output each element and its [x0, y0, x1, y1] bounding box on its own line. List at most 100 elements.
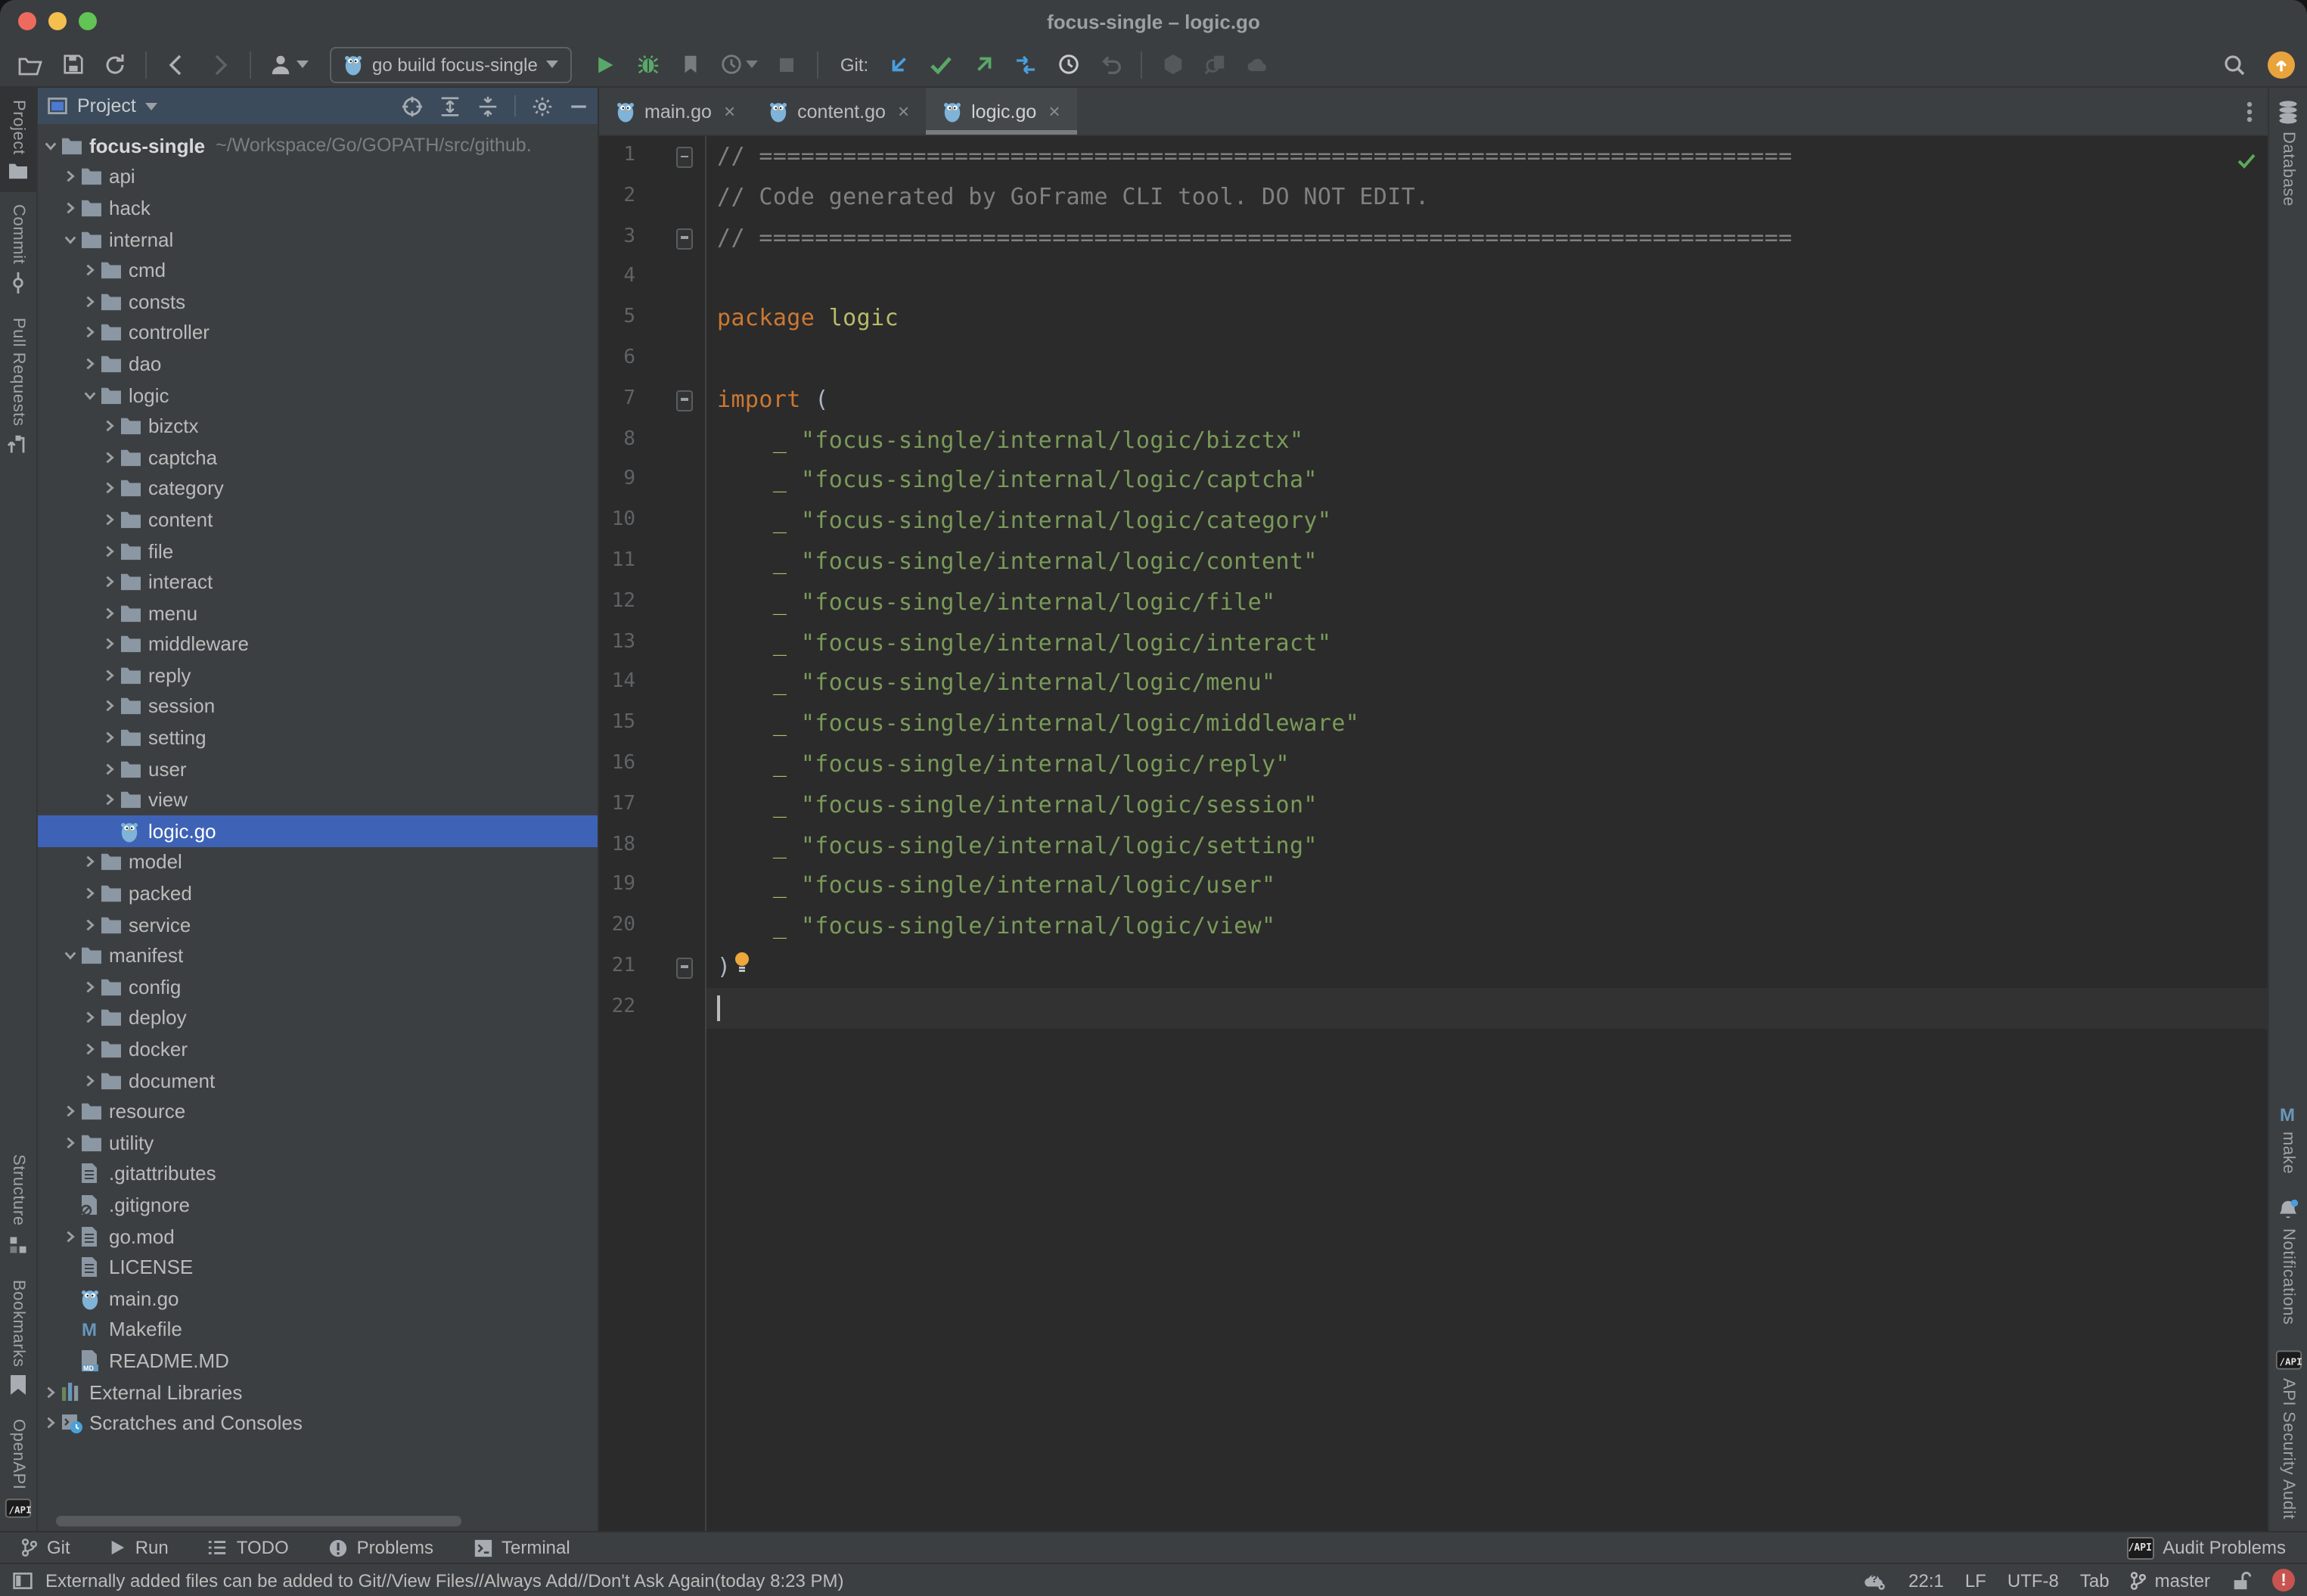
git-update-icon[interactable]	[880, 48, 917, 81]
tree-row-.gitattributes[interactable]: .gitattributes	[38, 1158, 598, 1189]
chevron-collapsed-icon[interactable]	[80, 295, 100, 309]
git-fetch-icon[interactable]	[1008, 48, 1044, 81]
minimize-window-button[interactable]	[48, 12, 67, 30]
chevron-expanded-icon[interactable]	[80, 388, 100, 402]
zoom-window-button[interactable]	[79, 12, 97, 30]
tree-row-external-libraries[interactable]: External Libraries	[38, 1377, 598, 1408]
back-icon[interactable]	[159, 48, 195, 81]
open-icon[interactable]	[12, 48, 48, 81]
tree-row-controller[interactable]: controller	[38, 317, 598, 348]
tool-window-button-todo[interactable]: TODO	[208, 1537, 289, 1558]
error-indicator-icon[interactable]: !	[2272, 1569, 2295, 1591]
chevron-collapsed-icon[interactable]	[80, 918, 100, 931]
git-branch-widget[interactable]: master	[2131, 1570, 2210, 1591]
chevron-collapsed-icon[interactable]	[61, 1229, 80, 1243]
tree-row-deploy[interactable]: deploy	[38, 1002, 598, 1033]
stop-icon[interactable]	[769, 48, 806, 81]
chevron-collapsed-icon[interactable]	[100, 793, 120, 807]
chevron-collapsed-icon[interactable]	[80, 263, 100, 277]
chevron-expanded-icon[interactable]	[61, 949, 80, 962]
code-editor[interactable]: 12345678910111213141516171819202122 // =…	[599, 136, 2268, 1531]
chevron-collapsed-icon[interactable]	[61, 170, 80, 184]
stripe-tab-bookmarks[interactable]: Bookmarks	[0, 1267, 36, 1407]
project-panel-title[interactable]: Project	[77, 95, 136, 116]
tree-row-logic[interactable]: logic	[38, 380, 598, 411]
tree-row-manifest[interactable]: manifest	[38, 940, 598, 971]
tool-window-button-terminal[interactable]: Terminal	[473, 1537, 570, 1558]
hide-panel-icon[interactable]	[569, 96, 588, 116]
run-icon[interactable]	[588, 48, 624, 81]
encoding-widget[interactable]: UTF-8	[2007, 1570, 2059, 1591]
chevron-collapsed-icon[interactable]	[100, 450, 120, 464]
search-everywhere-icon[interactable]	[2216, 48, 2253, 81]
tool-window-button-git[interactable]: Git	[21, 1537, 70, 1558]
run-configuration-select[interactable]: go build focus-single	[330, 46, 573, 82]
chevron-collapsed-icon[interactable]	[80, 980, 100, 994]
editor-tab-main-go[interactable]: main.go×	[599, 88, 752, 135]
tree-row-file[interactable]: file	[38, 535, 598, 566]
tree-row-main.go[interactable]: main.go	[38, 1283, 598, 1314]
chevron-collapsed-icon[interactable]	[41, 1385, 61, 1399]
tree-row-makefile[interactable]: MMakefile	[38, 1314, 598, 1345]
tree-row-docker[interactable]: docker	[38, 1033, 598, 1064]
status-link-don-t-ask-again[interactable]: Don't Ask Again	[588, 1570, 714, 1591]
tab-options-icon[interactable]	[2231, 88, 2268, 135]
audit-problems-button[interactable]: /API Audit Problems	[2126, 1536, 2286, 1559]
find-usages-icon[interactable]	[1197, 48, 1233, 81]
git-push-icon[interactable]	[965, 48, 1001, 81]
locate-file-icon[interactable]	[401, 95, 424, 117]
rollback-icon[interactable]	[1092, 48, 1129, 81]
chevron-collapsed-icon[interactable]	[80, 1073, 100, 1087]
chevron-collapsed-icon[interactable]	[100, 575, 120, 588]
tree-row-readme.md[interactable]: MDREADME.MD	[38, 1345, 598, 1376]
save-icon[interactable]	[54, 48, 91, 81]
chevron-collapsed-icon[interactable]	[80, 886, 100, 900]
chevron-collapsed-icon[interactable]	[100, 606, 120, 619]
chevron-collapsed-icon[interactable]	[61, 201, 80, 215]
chevron-collapsed-icon[interactable]	[61, 1136, 80, 1150]
stripe-tab-make[interactable]: Mmake	[2269, 1091, 2307, 1185]
tree-row-resource[interactable]: resource	[38, 1096, 598, 1127]
stripe-tab-structure[interactable]: Structure	[0, 1142, 36, 1267]
chevron-down-icon[interactable]	[145, 102, 157, 110]
status-link-always-add[interactable]: Always Add	[484, 1570, 578, 1591]
tree-row-session[interactable]: session	[38, 691, 598, 722]
chevron-collapsed-icon[interactable]	[100, 544, 120, 557]
close-window-button[interactable]	[18, 12, 36, 30]
cloud-icon[interactable]	[1239, 48, 1275, 81]
collapse-all-icon[interactable]	[477, 95, 499, 117]
fold-start-icon[interactable]	[676, 390, 693, 411]
gear-icon[interactable]	[531, 95, 554, 117]
chevron-collapsed-icon[interactable]	[100, 731, 120, 744]
chevron-collapsed-icon[interactable]	[41, 1416, 61, 1430]
tree-row-model[interactable]: model	[38, 846, 598, 877]
inspection-ok-icon[interactable]	[2234, 148, 2259, 172]
chevron-collapsed-icon[interactable]	[100, 762, 120, 775]
profiler-icon[interactable]	[715, 48, 763, 81]
cloud-settings-icon[interactable]: ?	[1861, 1570, 1887, 1591]
chevron-expanded-icon[interactable]	[41, 139, 61, 153]
close-icon[interactable]: ×	[1048, 100, 1060, 123]
stripe-tab-commit[interactable]: Commit	[0, 193, 36, 306]
debug-icon[interactable]	[630, 48, 666, 81]
tree-row-hack[interactable]: hack	[38, 192, 598, 223]
caret-position-widget[interactable]: 22:1	[1908, 1570, 1944, 1591]
tree-row-setting[interactable]: setting	[38, 722, 598, 753]
tree-row-middleware[interactable]: middleware	[38, 629, 598, 660]
chevron-collapsed-icon[interactable]	[80, 855, 100, 869]
tree-row-go.mod[interactable]: go.mod	[38, 1221, 598, 1252]
unlocked-icon[interactable]	[2231, 1570, 2251, 1591]
tree-row-.gitignore[interactable]: .gitignore	[38, 1189, 598, 1220]
intention-bulb-icon[interactable]	[734, 947, 750, 988]
tree-row-focus-single[interactable]: focus-single~/Workspace/Go/GOPATH/src/gi…	[38, 130, 598, 161]
stripe-tab-openapi[interactable]: OpenAPI/API	[0, 1408, 36, 1532]
shelf-icon[interactable]	[1154, 48, 1191, 81]
chevron-collapsed-icon[interactable]	[100, 419, 120, 433]
tree-row-internal[interactable]: internal	[38, 224, 598, 255]
chevron-collapsed-icon[interactable]	[100, 700, 120, 713]
tree-row-service[interactable]: service	[38, 909, 598, 940]
tool-window-switcher-icon[interactable]	[12, 1570, 33, 1591]
tree-row-content[interactable]: content	[38, 504, 598, 535]
git-commit-icon[interactable]	[923, 48, 959, 81]
horizontal-scrollbar[interactable]	[56, 1516, 461, 1526]
